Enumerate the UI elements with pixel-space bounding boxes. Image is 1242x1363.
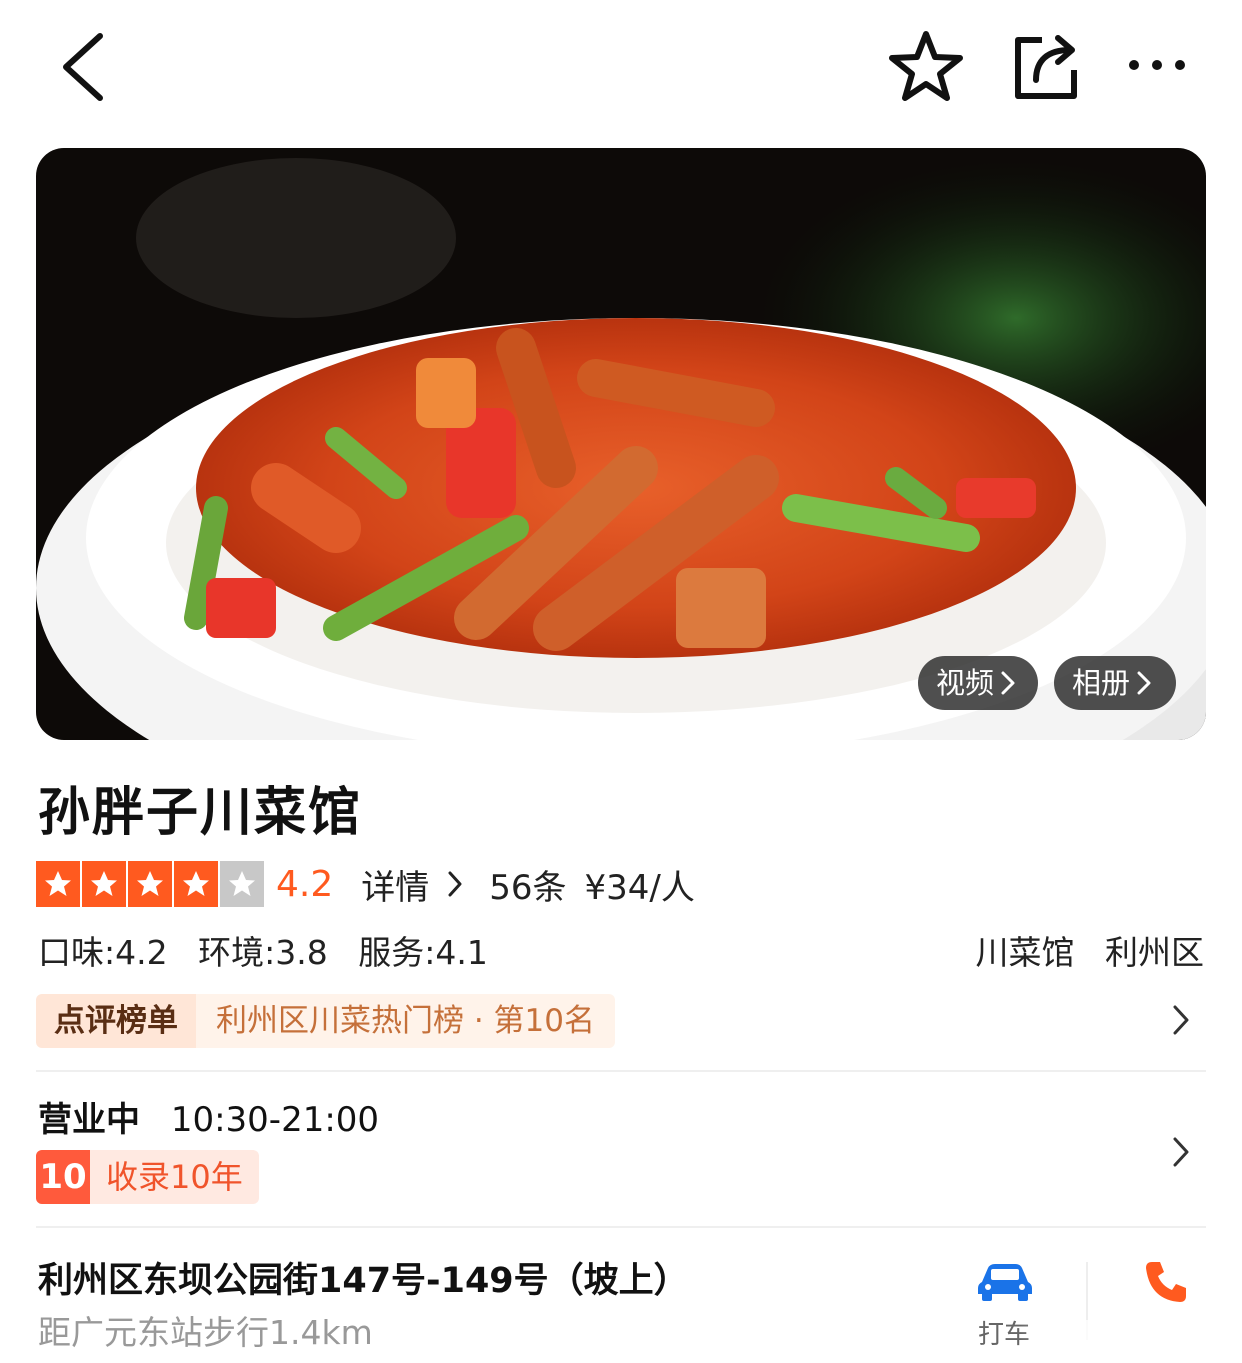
business-hours[interactable]: 营业中 10:30-21:00 [38,1092,379,1141]
back-chevron-icon[interactable] [56,30,112,104]
category-tags: 川菜馆 利州区 [956,926,1205,974]
listed-years-number: 10 [36,1150,90,1204]
restaurant-name: 孙胖子川菜馆 [38,783,363,843]
open-status: 营业中 [38,1100,140,1140]
video-button[interactable]: 视频 [918,656,1038,710]
chevron-right-icon[interactable] [1172,1004,1190,1036]
album-label: 相册 [1072,666,1131,700]
price-per-person: ¥34/人 [584,867,695,908]
chevron-right-icon [1137,671,1151,695]
star-filled-icon [36,861,80,907]
taste-score: 口味:4.2 [38,933,168,972]
sub-scores: 口味:4.2 环境:3.8 服务:4.1 [38,926,508,974]
star-filled-icon [128,861,172,907]
ranking-banner[interactable]: 点评榜单 利州区川菜热门榜 · 第10名 [36,994,616,1048]
listed-since-badge: 10 收录10年 [36,1150,259,1204]
top-nav-bar [0,0,1242,130]
open-time: 10:30-21:00 [170,1100,380,1140]
listed-years-text: 收录10年 [106,1158,243,1196]
phone-icon[interactable] [1142,1258,1190,1306]
star-filled-icon [174,861,218,907]
address-text[interactable]: 利州区东坝公园街147号-149号（坡上） [38,1252,689,1303]
rating-score: 4.2 [276,863,334,905]
environment-score: 环境:3.8 [198,933,328,972]
category-tag[interactable]: 川菜馆 [976,933,1075,972]
bottom-fade-overlay [1020,1320,1242,1363]
divider [36,1226,1206,1228]
district-tag[interactable]: 利州区 [1105,933,1204,972]
ranking-text: 利州区川菜热门榜 · 第10名 [196,994,616,1048]
star-rating [36,861,264,907]
star-filled-icon [82,861,126,907]
star-empty-icon [220,861,264,907]
hero-photo[interactable]: 视频 相册 [36,148,1206,740]
rating-row[interactable]: 4.2 详情 56条 ¥34/人 [36,860,713,908]
dish-photo-image [36,148,1206,740]
ranking-badge: 点评榜单 [36,994,196,1048]
share-icon[interactable] [1012,34,1082,100]
distance-text: 距广元东站步行1.4km [38,1313,373,1352]
details-link[interactable]: 详情 [361,860,429,909]
service-score: 服务:4.1 [358,933,488,972]
favorite-star-icon[interactable] [888,30,964,102]
album-button[interactable]: 相册 [1054,656,1176,710]
more-dots-icon[interactable] [1126,50,1188,80]
taxi-car-icon[interactable] [976,1260,1034,1302]
review-count: 56条 [489,867,567,908]
chevron-right-icon [1001,671,1015,695]
divider [36,1070,1206,1072]
video-label: 视频 [936,666,995,700]
chevron-right-icon [448,871,462,897]
chevron-right-icon[interactable] [1172,1136,1190,1168]
